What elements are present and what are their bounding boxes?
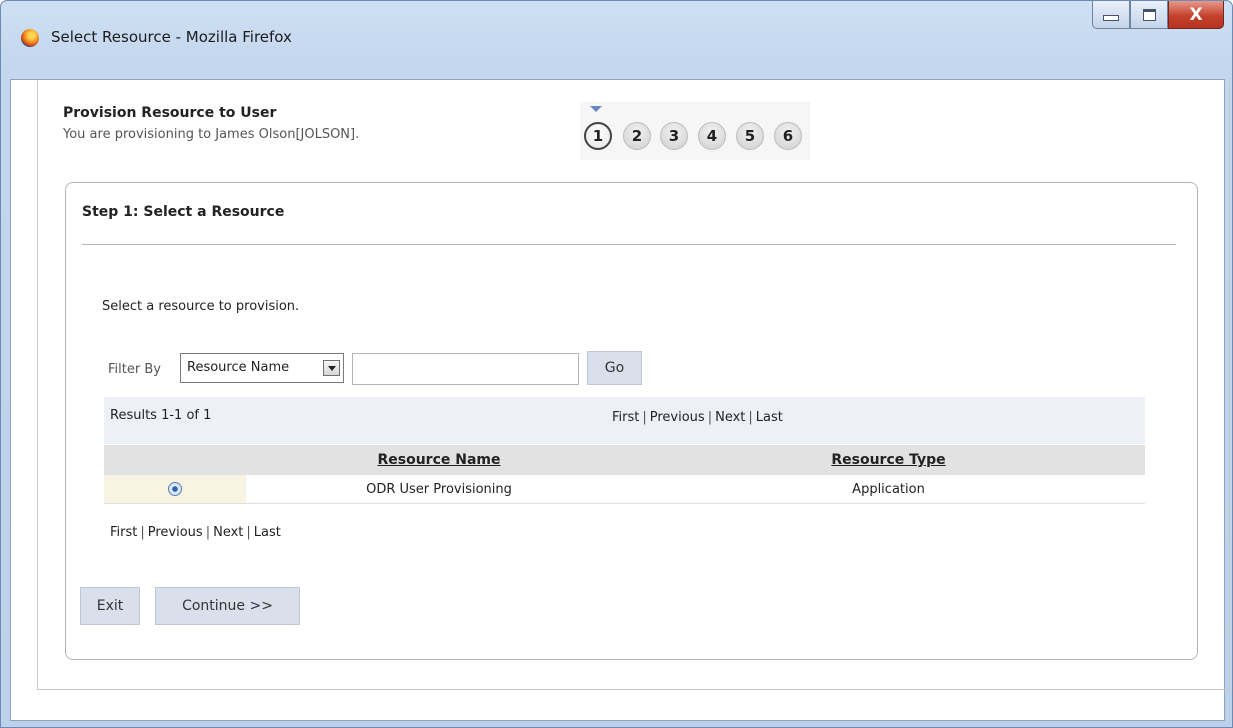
step-1[interactable]: 1 — [584, 122, 612, 150]
minimize-button[interactable] — [1092, 1, 1130, 29]
step-6[interactable]: 6 — [774, 122, 802, 150]
pager-first-link[interactable]: First — [110, 525, 137, 540]
go-button[interactable]: Go — [587, 351, 642, 385]
minimize-icon — [1103, 14, 1119, 21]
step-2[interactable]: 2 — [623, 122, 651, 150]
results-table: Resource Name Resource Type ODR User Pro… — [104, 445, 1145, 504]
results-count: Results 1-1 of 1 — [110, 408, 212, 423]
column-header-resource-name[interactable]: Resource Name — [246, 445, 632, 475]
step-5[interactable]: 5 — [736, 122, 764, 150]
pager-last-link[interactable]: Last — [756, 410, 783, 425]
current-step-indicator-icon — [590, 106, 602, 112]
pager-previous-link[interactable]: Previous — [650, 410, 705, 425]
step-4[interactable]: 4 — [698, 122, 726, 150]
filter-by-select[interactable]: Resource Name — [180, 353, 344, 383]
pager-separator: | — [642, 410, 647, 425]
pager-next-link[interactable]: Next — [213, 525, 243, 540]
step-3[interactable]: 3 — [660, 122, 688, 150]
pager-separator: | — [205, 525, 211, 540]
page-content: Provision Resource to User You are provi… — [10, 79, 1230, 721]
instruction-text: Select a resource to provision. — [102, 299, 300, 314]
pager-first-link[interactable]: First — [612, 410, 639, 425]
row-select-cell[interactable] — [104, 475, 246, 504]
pager-separator: | — [246, 525, 251, 540]
close-button[interactable]: X — [1168, 1, 1224, 29]
row-radio-button[interactable] — [168, 482, 182, 496]
table-row[interactable]: ODR User Provisioning Application — [104, 475, 1145, 504]
window-title: Select Resource - Mozilla Firefox — [51, 28, 292, 46]
maximize-button[interactable] — [1130, 1, 1168, 29]
firefox-icon — [21, 29, 39, 47]
select-column-header — [104, 445, 246, 475]
table-header-row: Resource Name Resource Type — [104, 445, 1145, 475]
step-train: 1 2 3 4 5 6 — [580, 102, 810, 160]
close-icon: X — [1189, 4, 1203, 25]
pager-separator: | — [707, 410, 713, 425]
pager-bottom: First | Previous | Next | Last — [110, 525, 281, 540]
dropdown-arrow-icon[interactable] — [323, 360, 340, 376]
browser-window: Select Resource - Mozilla Firefox X Prov… — [0, 0, 1233, 728]
page-heading: Provision Resource to User You are provi… — [63, 105, 359, 142]
step-panel: Step 1: Select a Resource Select a resou… — [65, 182, 1198, 660]
maximize-icon — [1142, 8, 1156, 21]
column-header-resource-type[interactable]: Resource Type — [632, 445, 1145, 475]
title-bar[interactable]: Select Resource - Mozilla Firefox X — [1, 1, 1232, 79]
pager-previous-link[interactable]: Previous — [148, 525, 203, 540]
pager-next-link[interactable]: Next — [715, 410, 745, 425]
pager-separator: | — [140, 525, 145, 540]
row-resource-name: ODR User Provisioning — [246, 475, 632, 504]
divider — [82, 244, 1176, 245]
results-bar: Results 1-1 of 1 First | Previous | Next | Las… — [104, 397, 1145, 444]
filter-text-input[interactable] — [352, 353, 579, 385]
page-title: Provision Resource to User — [63, 105, 277, 121]
step-title: Step 1: Select a Resource — [82, 204, 285, 220]
page-subtitle: You are provisioning to James Olson[JOLS… — [63, 127, 360, 142]
filter-select-value: Resource Name — [187, 360, 290, 375]
row-resource-type: Application — [632, 475, 1145, 504]
continue-button[interactable]: Continue >> — [155, 587, 300, 625]
filter-label: Filter By — [108, 362, 161, 377]
pager-separator: | — [748, 410, 753, 425]
window-controls: X — [1092, 1, 1224, 29]
exit-button[interactable]: Exit — [80, 587, 140, 625]
pager-last-link[interactable]: Last — [254, 525, 281, 540]
pager-top: First | Previous | Next | Last — [612, 410, 783, 425]
